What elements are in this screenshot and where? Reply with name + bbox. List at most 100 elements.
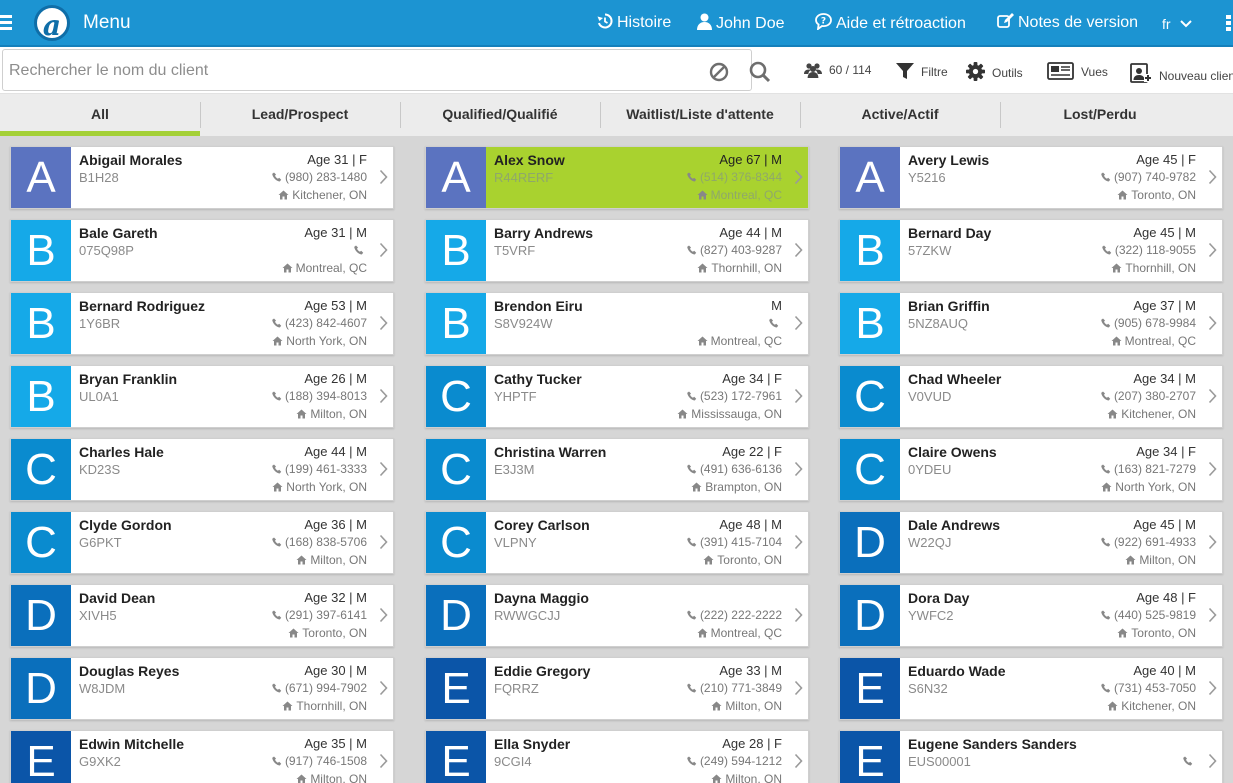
client-phone-value: (907) 740-9782: [1113, 170, 1196, 184]
filter-button[interactable]: Filtre: [896, 62, 948, 80]
tab-qualified[interactable]: Qualified/Qualifié: [400, 94, 600, 136]
client-card[interactable]: E Eddie Gregory FQRRZ Age 33 | M (210) 771-3…: [425, 657, 809, 720]
menu-button[interactable]: Menu: [83, 12, 131, 34]
client-phone: (207) 380-2707: [1101, 389, 1196, 403]
search-input[interactable]: Rechercher le nom du client: [2, 49, 771, 91]
client-city: Kitchener, ON: [278, 188, 367, 202]
client-code: 57ZKW: [908, 243, 952, 258]
client-card[interactable]: C Corey Carlson VLPNY Age 48 | M (391) 415-7…: [425, 511, 809, 574]
history-link[interactable]: Histoire: [597, 13, 671, 32]
client-initial-badge: C: [11, 439, 71, 500]
tab-waitlist[interactable]: Waitlist/Liste d'attente: [600, 94, 800, 136]
newspaper-icon: [1047, 62, 1074, 80]
hamburger-menu-icon[interactable]: [0, 15, 14, 32]
user-menu[interactable]: John Doe: [697, 13, 785, 33]
tools-button[interactable]: Outils: [966, 62, 1023, 81]
client-card[interactable]: C Christina Warren E3J3M Age 22 | F (491) 63…: [425, 438, 809, 501]
client-card[interactable]: C Clyde Gordon G6PKT Age 36 | M (168) 838-57…: [10, 511, 394, 574]
clear-search-icon[interactable]: [709, 62, 729, 82]
client-city-value: Brampton, ON: [705, 480, 782, 494]
client-card[interactable]: C Cathy Tucker YHPTF Age 34 | F (523) 172-79…: [425, 365, 809, 428]
client-name: Abigail Morales: [79, 152, 183, 168]
client-card[interactable]: A Alex Snow R44RERF Age 67 | M (514) 376-834…: [425, 146, 809, 209]
client-name: Bale Gareth: [79, 225, 158, 241]
client-card[interactable]: C Claire Owens 0YDEU Age 34 | F (163) 821-72…: [839, 438, 1223, 501]
top-navigation-bar: a Menu Histoire John Doe ? Aide et rétroa…: [0, 0, 1233, 47]
release-notes-link[interactable]: Notes de version: [997, 13, 1138, 32]
client-card[interactable]: E Eugene Sanders Sanders EUS00001: [839, 730, 1223, 783]
client-card[interactable]: B Barry Andrews T5VRF Age 44 | M (827) 403-9…: [425, 219, 809, 282]
client-card[interactable]: C Chad Wheeler V0VUD Age 34 | M (207) 380-27…: [839, 365, 1223, 428]
client-city: Milton, ON: [1125, 553, 1196, 567]
client-city: Milton, ON: [296, 772, 367, 783]
chevron-right-icon: [379, 753, 388, 769]
client-age-gender: Age 31 | F: [307, 152, 367, 167]
client-card[interactable]: C Charles Hale KD23S Age 44 | M (199) 461-33…: [10, 438, 394, 501]
client-code: S6N32: [908, 681, 948, 696]
client-card[interactable]: D Dora Day YWFC2 Age 48 | F (440) 525-9819 To…: [839, 584, 1223, 647]
client-phone-value: (199) 461-3333: [284, 462, 367, 476]
client-code: G9XK2: [79, 754, 121, 769]
client-card[interactable]: D Dale Andrews W22QJ Age 45 | M (922) 691-49…: [839, 511, 1223, 574]
app-logo[interactable]: a: [34, 5, 70, 42]
client-initial-badge: C: [426, 512, 486, 573]
language-selector[interactable]: fr: [1162, 16, 1196, 32]
phone-icon: [687, 610, 697, 620]
client-city: Thornhill, ON: [1111, 261, 1196, 275]
client-card[interactable]: A Abigail Morales B1H28 Age 31 | F (980) 283…: [10, 146, 394, 209]
search-icon[interactable]: [749, 61, 771, 83]
client-phone: (163) 821-7279: [1101, 462, 1196, 476]
client-card[interactable]: E Edwin Mitchelle G9XK2 Age 35 | M (917) 746…: [10, 730, 394, 783]
phone-icon: [687, 172, 697, 182]
client-card[interactable]: E Eduardo Wade S6N32 Age 40 | M (731) 453-70…: [839, 657, 1223, 720]
client-phone-value: (168) 838-5706: [284, 535, 367, 549]
views-button[interactable]: Vues: [1047, 62, 1108, 80]
client-initial-badge: B: [840, 293, 900, 354]
client-phone: (905) 678-9984: [1101, 316, 1196, 330]
phone-icon: [687, 245, 697, 255]
phone-icon: [1183, 756, 1193, 766]
client-city: Milton, ON: [711, 699, 782, 713]
client-card[interactable]: D Douglas Reyes W8JDM Age 30 | M (671) 994-7…: [10, 657, 394, 720]
client-code: W22QJ: [908, 535, 952, 550]
tab-lead-prospect[interactable]: Lead/Prospect: [200, 94, 400, 136]
client-code: 1Y6BR: [79, 316, 121, 331]
client-city: Thornhill, ON: [697, 261, 782, 275]
client-card[interactable]: B Bernard Rodriguez 1Y6BR Age 53 | M (423) 8…: [10, 292, 394, 355]
client-card[interactable]: A Avery Lewis Y5216 Age 45 | F (907) 740-978…: [839, 146, 1223, 209]
client-phone-value: (291) 397-6141: [284, 608, 367, 622]
chevron-right-icon: [1208, 680, 1217, 696]
client-name: Claire Owens: [908, 444, 997, 460]
client-card[interactable]: D Dayna Maggio RWWGCJJ (222) 222-2222 Montre…: [425, 584, 809, 647]
client-initial-badge: A: [426, 147, 486, 208]
client-initial-badge: B: [11, 366, 71, 427]
client-card[interactable]: E Ella Snyder 9CGI4 Age 28 | F (249) 594-121…: [425, 730, 809, 783]
client-age-gender: Age 37 | M: [1133, 298, 1196, 313]
client-phone-value: (827) 403-9287: [699, 243, 782, 257]
tab-lost[interactable]: Lost/Perdu: [1000, 94, 1200, 136]
client-age-gender: M: [771, 298, 782, 313]
client-phone-value: (514) 376-8344: [699, 170, 782, 184]
client-initial-badge: E: [840, 658, 900, 719]
client-card[interactable]: B Bernard Day 57ZKW Age 45 | M (322) 118-905…: [839, 219, 1223, 282]
client-city-value: Milton, ON: [725, 699, 782, 713]
client-card[interactable]: D David Dean XIVH5 Age 32 | M (291) 397-6141…: [10, 584, 394, 647]
help-feedback-link[interactable]: ? Aide et rétroaction: [815, 13, 966, 33]
client-card[interactable]: B Bale Gareth 075Q98P Age 31 | M Montreal, Q…: [10, 219, 394, 282]
client-card[interactable]: B Bryan Franklin UL0A1 Age 26 | M (188) 394-…: [10, 365, 394, 428]
client-age-gender: Age 34 | F: [1136, 444, 1196, 459]
more-options-icon[interactable]: [1226, 15, 1233, 33]
tab-active[interactable]: Active/Actif: [800, 94, 1000, 136]
client-phone: (922) 691-4933: [1101, 535, 1196, 549]
client-card[interactable]: B Brendon Eiru S8V924W M Montreal, QC: [425, 292, 809, 355]
client-city-value: Milton, ON: [310, 772, 367, 783]
home-icon: [282, 263, 293, 273]
user-icon: [697, 13, 712, 30]
client-city: Kitchener, ON: [1107, 699, 1196, 713]
new-client-button[interactable]: Nouveau client: [1130, 62, 1233, 84]
client-phone: (980) 283-1480: [272, 170, 367, 184]
client-age-gender: Age 28 | F: [722, 736, 782, 751]
tab-all[interactable]: All: [0, 94, 200, 136]
client-card[interactable]: B Brian Griffin 5NZ8AUQ Age 37 | M (905) 678…: [839, 292, 1223, 355]
client-age-gender: Age 40 | M: [1133, 663, 1196, 678]
